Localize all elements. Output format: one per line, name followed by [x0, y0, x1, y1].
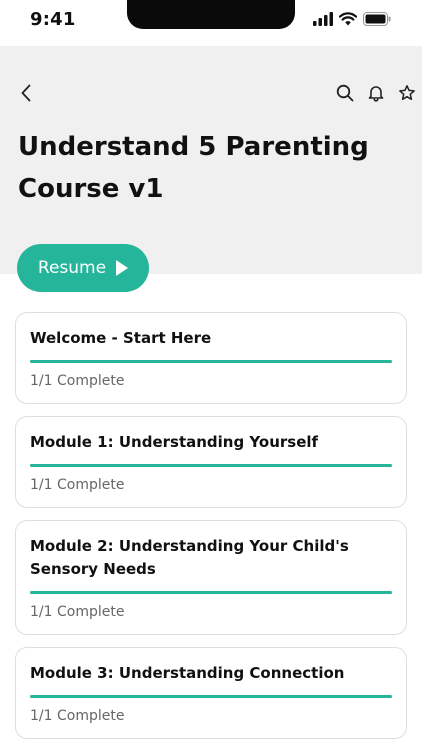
- star-icon: [399, 85, 415, 101]
- module-status: 1/1 Complete: [30, 373, 125, 389]
- device-notch: [127, 0, 295, 29]
- module-status: 1/1 Complete: [30, 708, 125, 724]
- module-progress-fill: [30, 591, 392, 594]
- module-progress-bar: [30, 360, 392, 363]
- status-bar: 9:41: [0, 0, 422, 46]
- module-card-module-1[interactable]: Module 1: Understanding Yourself 1/1 Com…: [15, 416, 407, 508]
- module-status: 1/1 Complete: [30, 477, 125, 493]
- bell-icon: [368, 86, 384, 102]
- module-list: Welcome - Start Here 1/1 Complete Module…: [15, 312, 407, 751]
- module-status: 1/1 Complete: [30, 604, 125, 620]
- module-progress-fill: [30, 464, 392, 467]
- search-button[interactable]: [333, 81, 357, 105]
- chevron-left-icon: [21, 84, 31, 102]
- status-time: 9:41: [30, 9, 76, 30]
- module-progress-bar: [30, 591, 392, 594]
- page-title: Understand 5 Parenting Course v1: [18, 132, 369, 204]
- play-icon: [116, 260, 129, 276]
- battery-icon: [363, 12, 391, 26]
- favorite-button[interactable]: [395, 81, 419, 105]
- course-header: Understand 5 Parenting Course v1: [0, 46, 422, 274]
- module-title: Welcome - Start Here: [30, 329, 212, 347]
- module-progress-bar: [30, 695, 392, 698]
- module-title: Module 1: Understanding Yourself: [30, 433, 319, 451]
- module-progress-bar: [30, 464, 392, 467]
- module-progress-fill: [30, 360, 392, 363]
- notifications-button[interactable]: [364, 81, 388, 105]
- module-card-welcome[interactable]: Welcome - Start Here 1/1 Complete: [15, 312, 407, 404]
- module-title: Module 3: Understanding Connection: [30, 664, 345, 682]
- resume-button[interactable]: Resume: [17, 244, 149, 292]
- back-button[interactable]: [14, 81, 38, 105]
- status-icons: [313, 12, 391, 26]
- search-icon: [336, 84, 354, 102]
- module-title: Module 2: Understanding Your Child's Sen…: [30, 537, 349, 578]
- module-card-module-3[interactable]: Module 3: Understanding Connection 1/1 C…: [15, 647, 407, 739]
- cellular-signal-icon: [313, 12, 333, 26]
- wifi-icon: [339, 12, 357, 26]
- module-progress-fill: [30, 695, 392, 698]
- resume-label: Resume: [37, 258, 107, 278]
- module-card-module-2[interactable]: Module 2: Understanding Your Child's Sen…: [15, 520, 407, 635]
